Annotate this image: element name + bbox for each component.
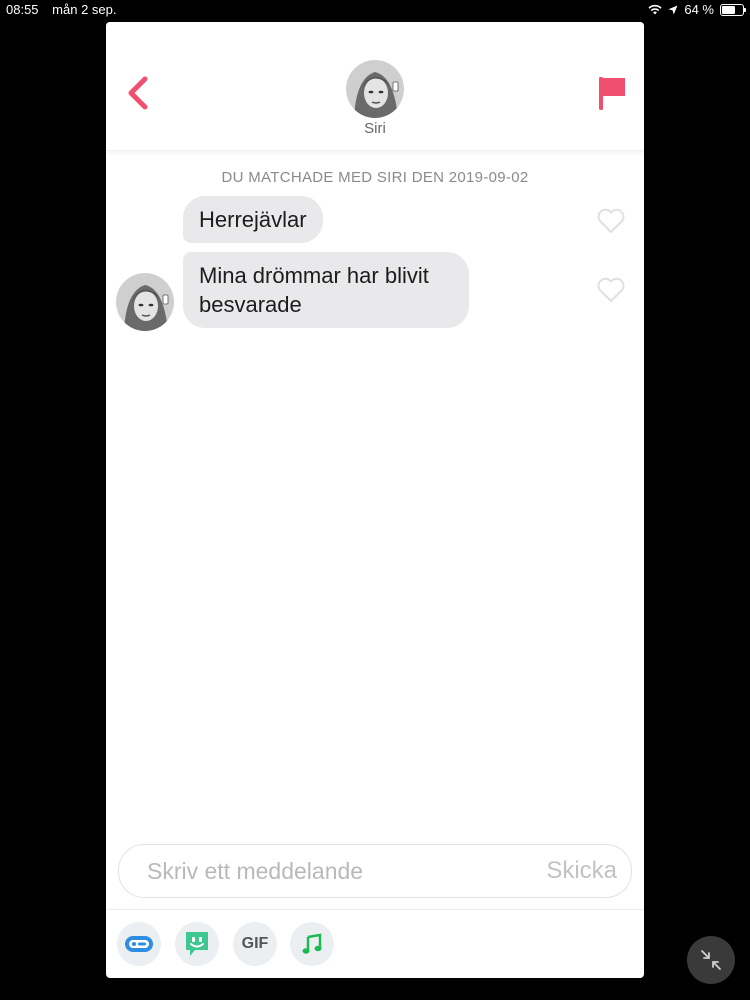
message-input[interactable] <box>145 853 529 889</box>
chat-header: Siri <box>106 22 644 151</box>
status-date: mån 2 sep. <box>52 2 117 17</box>
status-bar: 08:55 mån 2 sep. 64 % <box>0 0 750 20</box>
location-arrow-icon <box>668 5 678 14</box>
sticker-bubble-button[interactable] <box>117 922 161 966</box>
bitmoji-icon <box>186 932 208 956</box>
attachment-toolbar: GIF <box>106 909 644 978</box>
gif-button[interactable]: GIF <box>233 922 277 966</box>
heart-icon[interactable] <box>596 276 626 304</box>
music-button[interactable] <box>290 922 334 966</box>
message-avatar[interactable] <box>116 273 174 331</box>
battery-level <box>722 5 735 14</box>
contact-name[interactable]: Siri <box>106 120 644 137</box>
message-bubble[interactable]: Herrejävlar <box>183 196 323 243</box>
battery-percent: 64 % <box>684 2 714 17</box>
battery-icon <box>720 3 746 16</box>
sticker-bubble-icon <box>125 936 153 952</box>
music-note-icon <box>302 933 322 954</box>
minimize-button[interactable] <box>687 936 735 984</box>
wifi-icon <box>648 4 662 15</box>
match-notice: DU MATCHADE MED SIRI DEN 2019-09-02 <box>221 169 529 186</box>
avatar[interactable] <box>346 60 404 118</box>
gif-label: GIF <box>241 935 269 952</box>
chat-window: Siri DU MATCHADE MED SIRI DEN 2019-09-02… <box>106 22 644 978</box>
collapse-arrows-icon <box>701 950 721 970</box>
message-composer: Skicka <box>118 844 632 898</box>
heart-icon[interactable] <box>596 207 626 235</box>
flag-icon[interactable] <box>596 74 628 112</box>
send-button[interactable]: Skicka <box>546 857 617 885</box>
status-time: 08:55 <box>6 2 39 17</box>
bitmoji-button[interactable] <box>175 922 219 966</box>
chevron-left-icon[interactable] <box>124 74 152 112</box>
message-bubble[interactable]: Mina drömmar har blivit besvarade <box>183 252 469 328</box>
